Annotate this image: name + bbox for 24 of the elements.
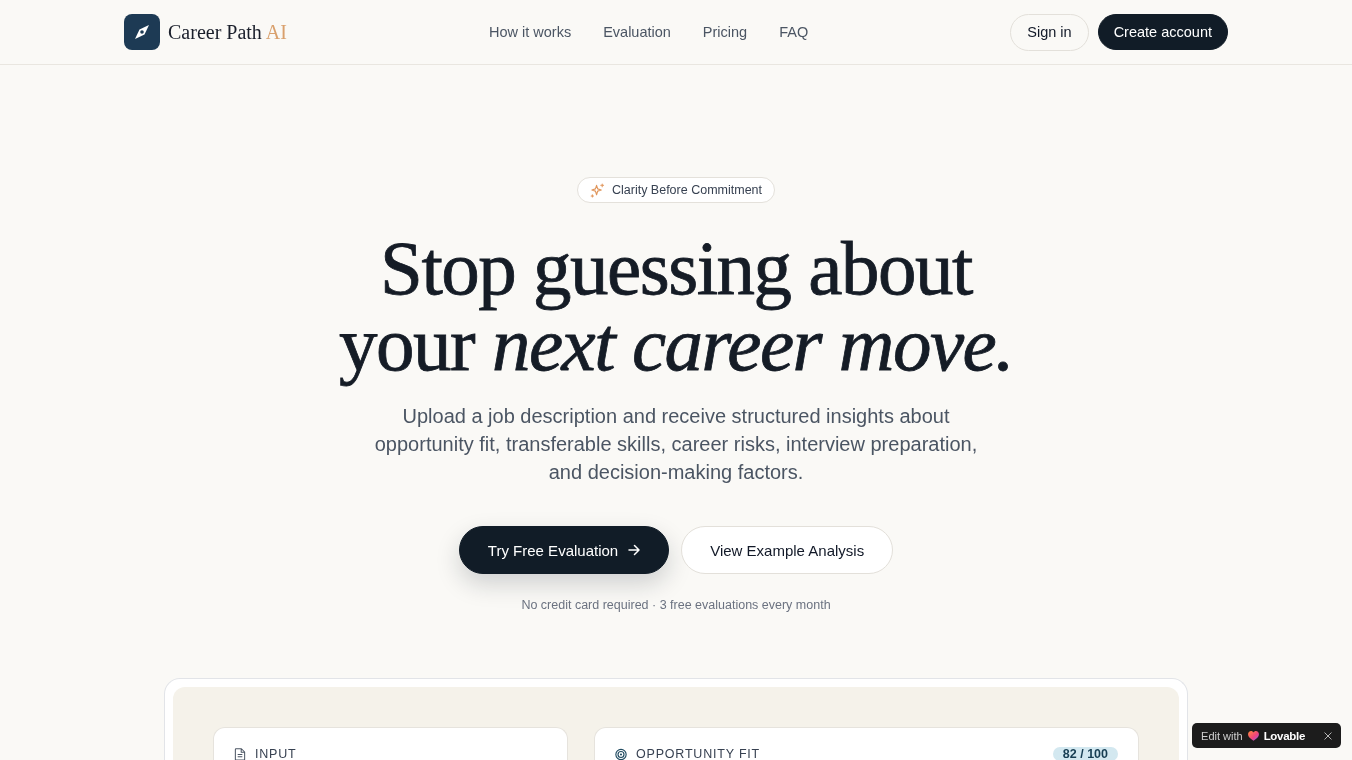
- tagline-text: Clarity Before Commitment: [611, 183, 762, 197]
- target-icon: [615, 747, 627, 760]
- sparkles-icon: [589, 182, 605, 198]
- edit-with-text: Edit with: [1201, 729, 1243, 742]
- document-icon: [234, 747, 246, 760]
- lovable-wordmark: Lovable: [1263, 729, 1305, 742]
- nav-link[interactable]: Evaluation: [603, 24, 671, 40]
- heart-logo-icon: [1247, 730, 1259, 741]
- edit-with-badge[interactable]: Edit with Lovable: [1192, 723, 1341, 748]
- create-account-button[interactable]: Create account: [1097, 14, 1228, 50]
- subtitle: Upload a job description and receive structured insights about opportunity fit, transferable skills, career risks, interview preparation, and decision-making factors.: [373, 404, 979, 485]
- brand-name[interactable]: Career Path AI: [168, 20, 287, 44]
- card-title: INPUT: [255, 747, 297, 760]
- nav-link[interactable]: FAQ: [779, 24, 809, 40]
- nav-link[interactable]: Pricing: [702, 24, 748, 40]
- nav-link[interactable]: How it works: [488, 24, 572, 40]
- close-icon[interactable]: [1324, 731, 1332, 740]
- try-evaluation-button[interactable]: Try Free Evaluation: [458, 526, 670, 574]
- footnote: No credit card required · 3 free evaluations every month: [521, 597, 831, 614]
- card-title: OPPORTUNITY FIT: [636, 747, 761, 760]
- score-pill: 82 / 100: [1052, 747, 1118, 760]
- arrow-right-icon: [628, 544, 641, 556]
- view-example-button[interactable]: View Example Analysis: [681, 526, 894, 574]
- compass-logo-icon[interactable]: [124, 14, 160, 50]
